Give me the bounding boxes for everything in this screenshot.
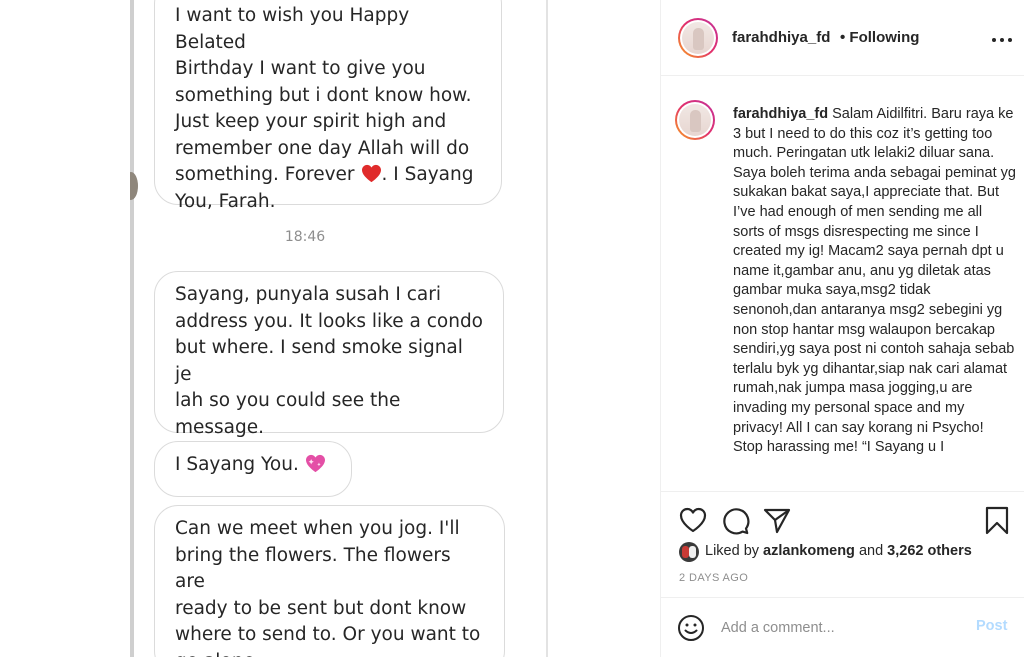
message-bubble: I Sayang You. bbox=[154, 441, 352, 497]
comment-bar: Post bbox=[661, 598, 1024, 657]
comment-icon[interactable] bbox=[719, 504, 751, 536]
share-icon[interactable] bbox=[761, 504, 793, 536]
caption-username-link[interactable]: farahdhiya_fd bbox=[733, 106, 828, 122]
message-bubble: I want to wish you Happy Belated Birthda… bbox=[154, 0, 502, 212]
post-details-panel: farahdhiya_fd • Following farahdhiya_fd … bbox=[660, 0, 1024, 657]
following-status-button[interactable]: • Following bbox=[840, 29, 919, 46]
post-image: I want to wish you Happy Belated Birthda… bbox=[0, 0, 660, 657]
message-text: I want to wish you Happy Belated Birthda… bbox=[175, 5, 472, 185]
likes-prefix: Liked by bbox=[705, 543, 760, 559]
avatar[interactable] bbox=[678, 18, 718, 58]
message-timestamp: 18:46 bbox=[284, 229, 326, 245]
divider bbox=[661, 491, 1024, 492]
sparkling-heart-icon bbox=[305, 454, 325, 473]
liker-username-link[interactable]: azlankomeng bbox=[763, 543, 855, 559]
message-bubble: Sayang, punyala susah I cari address you… bbox=[154, 271, 504, 438]
message-bubble: Can we meet when you jog. I'll bring the… bbox=[154, 505, 505, 657]
likes-joiner: and bbox=[858, 543, 884, 559]
post-actions bbox=[661, 500, 1024, 540]
comment-input[interactable] bbox=[721, 616, 961, 640]
message-text: Can we meet when you jog. I'll bring the… bbox=[175, 518, 481, 657]
more-options-icon[interactable] bbox=[990, 30, 1014, 50]
emoji-icon[interactable] bbox=[677, 614, 705, 642]
likes-text[interactable]: Liked by azlankomeng and 3,262 others bbox=[705, 543, 972, 559]
sender-avatar bbox=[130, 172, 138, 200]
caption-body: Salam Aidilfitri. Baru raya ke 3 but I n… bbox=[733, 106, 1016, 456]
header-username-link[interactable]: farahdhiya_fd bbox=[732, 29, 830, 46]
message-text: I Sayang You. bbox=[175, 454, 299, 475]
likes-count-link[interactable]: 3,262 others bbox=[887, 543, 972, 559]
dm-screenshot: I want to wish you Happy Belated Birthda… bbox=[130, 0, 548, 657]
caption-avatar[interactable] bbox=[675, 100, 715, 140]
post-date[interactable]: 2 DAYS AGO bbox=[679, 572, 748, 584]
message-text: Sayang, punyala susah I cari address you… bbox=[175, 284, 484, 438]
post-header: farahdhiya_fd • Following bbox=[661, 0, 1024, 76]
image-edge bbox=[546, 0, 548, 657]
post-comment-button[interactable]: Post bbox=[976, 618, 1007, 634]
heart-icon[interactable] bbox=[677, 504, 709, 536]
image-edge bbox=[130, 0, 134, 657]
bookmark-icon[interactable] bbox=[981, 504, 1013, 536]
post-caption: farahdhiya_fd Salam Aidilfitri. Baru ray… bbox=[661, 100, 1024, 488]
red-heart-icon bbox=[361, 164, 381, 183]
liker-avatar[interactable] bbox=[679, 542, 699, 562]
caption-text: farahdhiya_fd Salam Aidilfitri. Baru ray… bbox=[733, 105, 1017, 458]
